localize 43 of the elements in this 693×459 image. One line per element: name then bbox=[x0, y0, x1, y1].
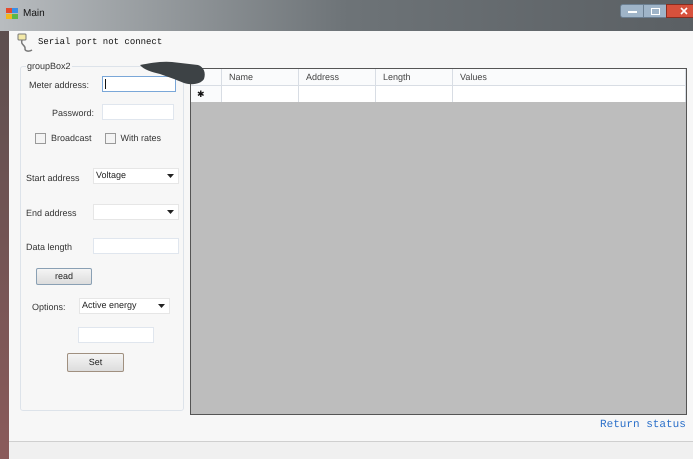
group-box-title: groupBox2 bbox=[26, 60, 72, 74]
table-cell[interactable] bbox=[376, 86, 453, 102]
text-cursor-icon bbox=[105, 79, 106, 89]
minimize-icon bbox=[628, 10, 636, 12]
close-button[interactable] bbox=[666, 4, 693, 18]
checkbox-label: With rates bbox=[120, 132, 162, 145]
dropdown-arrow-icon bbox=[167, 174, 174, 178]
meter-address-field[interactable] bbox=[102, 76, 176, 92]
window-title: Main bbox=[23, 7, 45, 21]
field-label: End address bbox=[26, 207, 77, 220]
field-label: Data length bbox=[26, 241, 72, 254]
option-value-field[interactable] bbox=[78, 327, 154, 343]
end-address-dropdown[interactable] bbox=[93, 204, 179, 220]
checkbox[interactable] bbox=[35, 133, 46, 144]
read-button[interactable]: read bbox=[36, 268, 92, 285]
column-header[interactable]: Address bbox=[299, 69, 376, 85]
app-icon bbox=[6, 8, 18, 19]
field-label: Meter address: bbox=[29, 79, 90, 92]
minimize-button[interactable] bbox=[620, 4, 644, 18]
set-button[interactable]: Set bbox=[67, 353, 124, 372]
column-header[interactable]: Name bbox=[222, 69, 299, 85]
field-label: Password: bbox=[52, 107, 94, 120]
table-cell[interactable] bbox=[222, 86, 299, 102]
maximize-button[interactable] bbox=[644, 4, 666, 18]
field-label: Options: bbox=[32, 301, 66, 314]
field-label: Start address bbox=[26, 172, 80, 185]
return-status: Return status bbox=[600, 418, 686, 433]
checkbox-label: Broadcast bbox=[51, 132, 92, 145]
table-cell[interactable] bbox=[453, 86, 686, 102]
password-field[interactable] bbox=[102, 104, 174, 120]
pointing-hand-icon bbox=[140, 61, 206, 85]
close-icon bbox=[680, 7, 688, 15]
connection-status: Serial port not connect bbox=[38, 36, 162, 50]
column-header[interactable]: Length bbox=[376, 69, 453, 85]
dropdown-arrow-icon bbox=[158, 304, 165, 308]
data-length-field[interactable] bbox=[93, 238, 179, 254]
dropdown-arrow-icon bbox=[167, 210, 174, 214]
table-cell[interactable] bbox=[299, 86, 376, 102]
column-header[interactable]: Values bbox=[453, 69, 686, 85]
maximize-icon bbox=[650, 8, 660, 14]
options-dropdown[interactable]: Active energy bbox=[79, 298, 170, 314]
start-address-dropdown[interactable]: Voltage bbox=[93, 168, 179, 184]
checkbox[interactable] bbox=[104, 133, 116, 144]
